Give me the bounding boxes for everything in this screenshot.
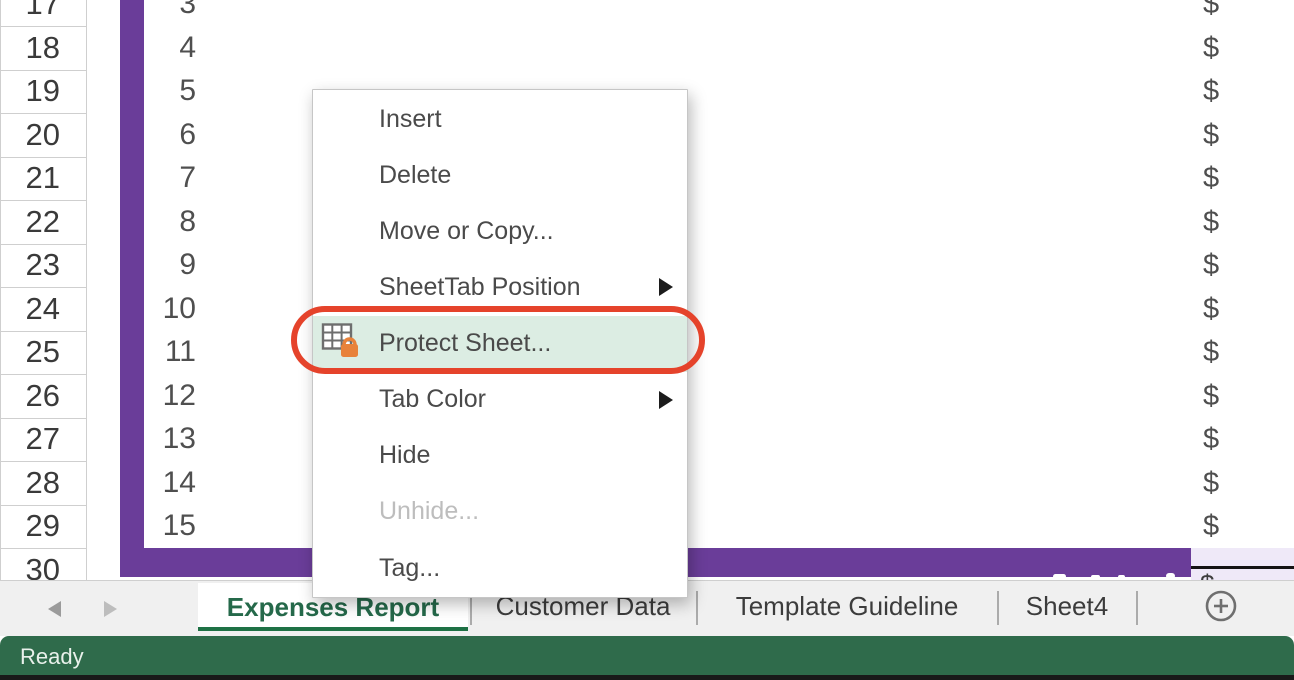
grid-left-border-line <box>0 0 1 580</box>
row-gridline <box>0 157 86 158</box>
menu-item-label: Hide <box>379 441 430 470</box>
menu-item-hide[interactable]: Hide <box>313 428 687 484</box>
row-header-22[interactable]: 22 <box>0 205 60 239</box>
row-header-25[interactable]: 25 <box>0 335 60 369</box>
tab-scroll-right-icon[interactable] <box>104 601 117 617</box>
row-header-20[interactable]: 20 <box>0 118 60 152</box>
row-header-26[interactable]: 26 <box>0 379 60 413</box>
menu-item-tab-color[interactable]: Tab Color <box>313 372 687 428</box>
cell-seq-25[interactable]: 11 <box>146 335 196 369</box>
menu-item-insert[interactable]: Insert <box>313 91 687 147</box>
clipped-currency-text: $ <box>1200 571 1230 580</box>
cell-currency-24[interactable]: $ <box>1203 292 1243 326</box>
submenu-arrow-icon <box>659 278 673 296</box>
menu-item-label: Tab Color <box>379 385 486 414</box>
window-bottom-edge <box>0 675 1294 680</box>
row-header-21[interactable]: 21 <box>0 161 60 195</box>
cell-currency-28[interactable]: $ <box>1203 466 1243 500</box>
status-ready-text: Ready <box>20 636 84 675</box>
red-annotation-oval <box>291 306 705 374</box>
row-gridline <box>0 70 86 71</box>
tab-scroll-left-icon[interactable] <box>48 601 61 617</box>
row-gridline <box>0 26 86 27</box>
cell-seq-24[interactable]: 10 <box>146 292 196 326</box>
menu-item-tag[interactable]: Tag... <box>313 540 687 596</box>
excel-window: 17 3 $18 4 $19 5 $20 6 $21 7 $22 8 $23 9 $24 10 $25 11 $26… <box>0 0 1294 680</box>
cell-seq-18[interactable]: 4 <box>146 31 196 65</box>
row-gridline <box>0 244 86 245</box>
row-header-23[interactable]: 23 <box>0 248 60 282</box>
menu-item-label: Move or Copy... <box>379 217 554 246</box>
cell-seq-17[interactable]: 3 <box>146 0 196 21</box>
row-header-19[interactable]: 19 <box>0 74 60 108</box>
cell-currency-26[interactable]: $ <box>1203 379 1243 413</box>
cell-seq-21[interactable]: 7 <box>146 161 196 195</box>
submenu-arrow-icon <box>659 391 673 409</box>
row-gridline <box>0 505 86 506</box>
status-bar: Ready <box>0 636 1294 675</box>
row-gridline <box>0 113 86 114</box>
cell-seq-22[interactable]: 8 <box>146 205 196 239</box>
cell-currency-29[interactable]: $ <box>1203 509 1243 543</box>
add-sheet-button[interactable] <box>1205 590 1237 622</box>
cell-currency-27[interactable]: $ <box>1203 422 1243 456</box>
tab-separator <box>1136 591 1138 625</box>
menu-item-label: Tag... <box>379 554 440 583</box>
menu-item-label: Unhide... <box>379 497 479 526</box>
table-left-purple-border <box>120 0 144 577</box>
cell-seq-23[interactable]: 9 <box>146 248 196 282</box>
row-gridline <box>0 461 86 462</box>
cell-seq-28[interactable]: 14 <box>146 466 196 500</box>
row-header-29[interactable]: 29 <box>0 509 60 543</box>
cell-currency-19[interactable]: $ <box>1203 74 1243 108</box>
menu-item-label: Insert <box>379 105 442 134</box>
cell-black-top-border <box>1191 566 1294 569</box>
cell-seq-27[interactable]: 13 <box>146 422 196 456</box>
clipped-text-fragment <box>1091 575 1100 579</box>
row-gridline <box>0 287 86 288</box>
cell-currency-18[interactable]: $ <box>1203 31 1243 65</box>
active-tab-underline <box>198 627 468 631</box>
row-gridline <box>0 200 86 201</box>
menu-item-unhide[interactable]: Unhide... <box>313 484 687 540</box>
row-gridline <box>0 418 86 419</box>
cell-seq-26[interactable]: 12 <box>146 379 196 413</box>
cell-seq-19[interactable]: 5 <box>146 74 196 108</box>
cell-currency-20[interactable]: $ <box>1203 118 1243 152</box>
menu-item-label: Delete <box>379 161 451 190</box>
clipped-text-fragment <box>1118 575 1125 579</box>
row-header-right-border-line <box>86 0 87 580</box>
clipped-text-fragment <box>1166 573 1175 579</box>
row-gridline <box>0 374 86 375</box>
cell-currency-21[interactable]: $ <box>1203 161 1243 195</box>
row-header-28[interactable]: 28 <box>0 466 60 500</box>
cell-seq-29[interactable]: 15 <box>146 509 196 543</box>
row-header-27[interactable]: 27 <box>0 422 60 456</box>
clipped-text-fragment <box>1053 574 1066 579</box>
row-gridline <box>0 548 86 549</box>
menu-item-label: SheetTab Position <box>379 273 581 302</box>
clipped-currency-cell: $ <box>1200 571 1230 580</box>
row-gridline <box>0 331 86 332</box>
plus-circle-icon <box>1205 590 1237 622</box>
tab-separator <box>696 591 698 625</box>
tab-template-guideline[interactable]: Template Guideline <box>736 581 959 631</box>
tab-separator <box>997 591 999 625</box>
row-header-17[interactable]: 17 <box>0 0 60 21</box>
cell-currency-23[interactable]: $ <box>1203 248 1243 282</box>
tab-sheet4[interactable]: Sheet4 <box>1026 581 1108 631</box>
row-header-24[interactable]: 24 <box>0 292 60 326</box>
row-header-18[interactable]: 18 <box>0 31 60 65</box>
menu-item-delete[interactable]: Delete <box>313 147 687 203</box>
cell-currency-22[interactable]: $ <box>1203 205 1243 239</box>
menu-item-move-or-copy[interactable]: Move or Copy... <box>313 203 687 259</box>
cell-seq-20[interactable]: 6 <box>146 118 196 152</box>
cell-currency-25[interactable]: $ <box>1203 335 1243 369</box>
cell-currency-17[interactable]: $ <box>1203 0 1243 21</box>
